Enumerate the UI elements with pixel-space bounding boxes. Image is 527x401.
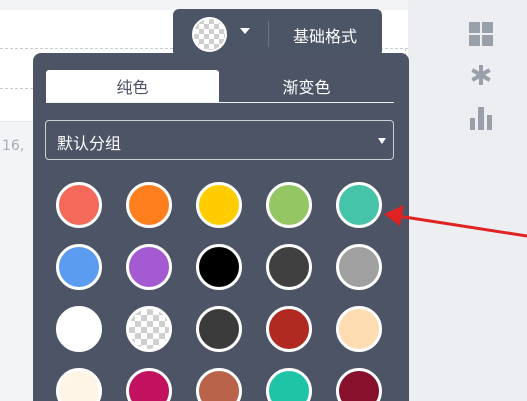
toolbar-divider xyxy=(268,21,269,47)
color-swatch-ff7f1e[interactable] xyxy=(126,182,172,228)
color-swatch-a45ad0[interactable] xyxy=(126,244,172,290)
select-caret-icon xyxy=(378,138,386,144)
color-swatch-button[interactable] xyxy=(192,17,227,52)
basic-format-button[interactable]: 基础格式 xyxy=(280,23,370,47)
color-swatch-f4695a[interactable] xyxy=(56,182,102,228)
tab-gradient-color[interactable]: 渐变色 xyxy=(219,70,394,102)
color-swatch-ffcc00[interactable] xyxy=(196,182,242,228)
color-swatch-a0a0a0[interactable] xyxy=(336,244,382,290)
asterisk-icon[interactable] xyxy=(468,62,494,88)
color-group-select-value: 默认分组 xyxy=(57,134,122,153)
color-swatch-404040[interactable] xyxy=(266,244,312,290)
color-swatch-fcdcb0[interactable] xyxy=(336,306,382,352)
color-swatch-transparent[interactable] xyxy=(126,306,172,352)
canvas-side-text: 16, xyxy=(2,138,25,154)
tab-solid-color[interactable]: 纯色 xyxy=(46,70,219,102)
color-swatch-b02a22[interactable] xyxy=(266,306,312,352)
color-swatch-3b3b3b[interactable] xyxy=(196,306,242,352)
color-swatch-94c764[interactable] xyxy=(266,182,312,228)
tab-underline xyxy=(46,102,394,103)
bar-chart-icon[interactable] xyxy=(468,105,494,131)
color-swatch-45c4aa[interactable] xyxy=(336,182,382,228)
right-toolbar xyxy=(408,0,527,401)
grid-icon[interactable] xyxy=(468,21,494,47)
color-swatch-000000[interactable] xyxy=(196,244,242,290)
color-swatch-ffffff[interactable] xyxy=(56,306,102,352)
caret-down-icon[interactable] xyxy=(240,28,250,34)
color-swatch-5b9cf0[interactable] xyxy=(56,244,102,290)
